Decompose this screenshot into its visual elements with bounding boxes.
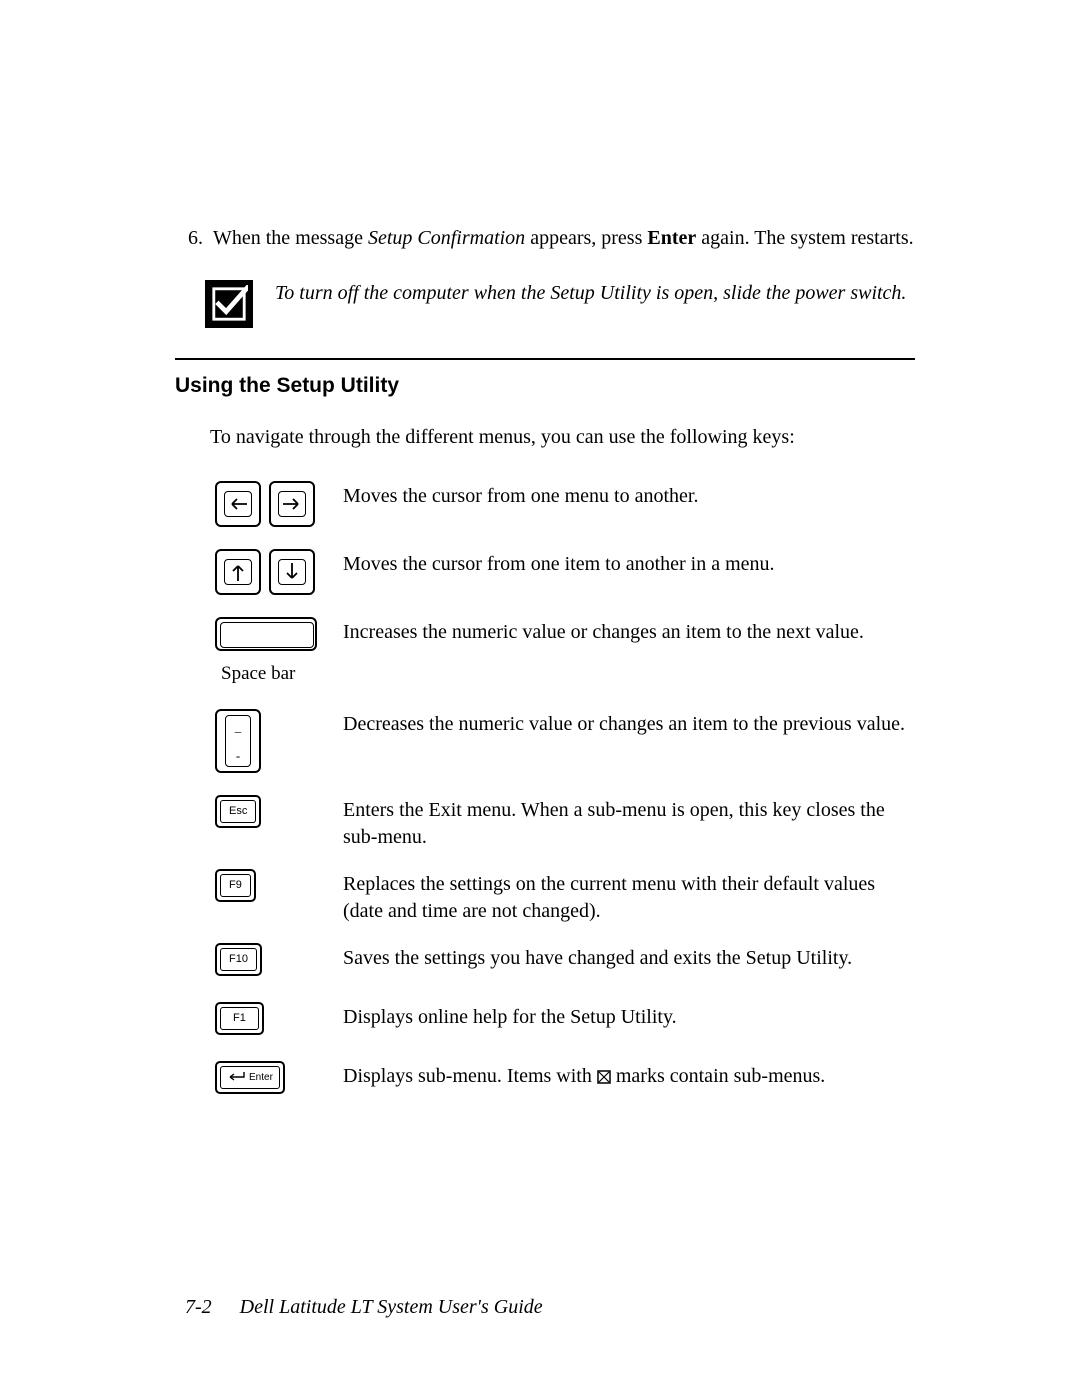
row-f1: F1 Displays online help for the Setup Ut…	[215, 1002, 915, 1035]
note-text: To turn off the computer when the Setup …	[275, 280, 915, 307]
spacebar-key-icon	[215, 617, 317, 651]
right-arrow-key-icon	[269, 481, 315, 527]
check-note-icon	[205, 280, 253, 328]
esc-key-icon: Esc	[215, 795, 261, 828]
desc-enter: Displays sub-menu. Items with marks cont…	[343, 1061, 915, 1092]
row-esc: Esc Enters the Exit menu. When a sub-men…	[215, 795, 915, 851]
f9-key-icon: F9	[215, 869, 256, 902]
intro-text: To navigate through the different menus,…	[210, 424, 915, 451]
row-f9: F9 Replaces the settings on the current …	[215, 869, 915, 925]
row-f10: F10 Saves the settings you have changed …	[215, 943, 915, 976]
f10-key-icon: F10	[215, 943, 262, 976]
step-text: When the message Setup Confirmation appe…	[213, 225, 914, 252]
page-number: 7-2	[185, 1296, 212, 1318]
up-arrow-key-icon	[215, 549, 261, 595]
down-arrow-key-icon	[269, 549, 315, 595]
step-number: 6.	[175, 225, 203, 252]
key-table: Moves the cursor from one menu to anothe…	[215, 481, 915, 1094]
desc-spacebar: Increases the numeric value or changes a…	[343, 617, 915, 646]
f1-key-icon: F1	[215, 1002, 264, 1035]
desc-arrows-lr: Moves the cursor from one menu to anothe…	[343, 481, 915, 510]
enter-arrow-icon	[227, 1072, 245, 1082]
desc-f10: Saves the settings you have changed and …	[343, 943, 915, 972]
checkbox-mark-icon	[597, 1065, 611, 1092]
footer-title: Dell Latitude LT System User's Guide	[240, 1296, 543, 1318]
desc-minus: Decreases the numeric value or changes a…	[343, 709, 915, 738]
page-footer: 7-2 Dell Latitude LT System User's Guide	[185, 1294, 543, 1321]
note-block: To turn off the computer when the Setup …	[205, 280, 915, 328]
section-divider	[175, 358, 915, 360]
desc-f1: Displays online help for the Setup Utili…	[343, 1002, 915, 1031]
left-arrow-key-icon	[215, 481, 261, 527]
section-heading: Using the Setup Utility	[175, 372, 915, 400]
row-enter: Enter Displays sub-menu. Items with mark…	[215, 1061, 915, 1095]
step-list: 6. When the message Setup Confirmation a…	[175, 225, 915, 252]
spacebar-label: Space bar	[221, 661, 295, 687]
row-spacebar: Space bar Increases the numeric value or…	[215, 617, 915, 687]
row-arrows-ud: Moves the cursor from one item to anothe…	[215, 549, 915, 595]
step-6: 6. When the message Setup Confirmation a…	[175, 225, 915, 252]
desc-esc: Enters the Exit menu. When a sub-menu is…	[343, 795, 915, 851]
row-arrows-lr: Moves the cursor from one menu to anothe…	[215, 481, 915, 527]
row-minus: _ - Decreases the numeric value or chang…	[215, 709, 915, 773]
desc-f9: Replaces the settings on the current men…	[343, 869, 915, 925]
minus-key-icon: _ -	[215, 709, 261, 773]
desc-arrows-ud: Moves the cursor from one item to anothe…	[343, 549, 915, 578]
enter-key-icon: Enter	[215, 1061, 285, 1095]
